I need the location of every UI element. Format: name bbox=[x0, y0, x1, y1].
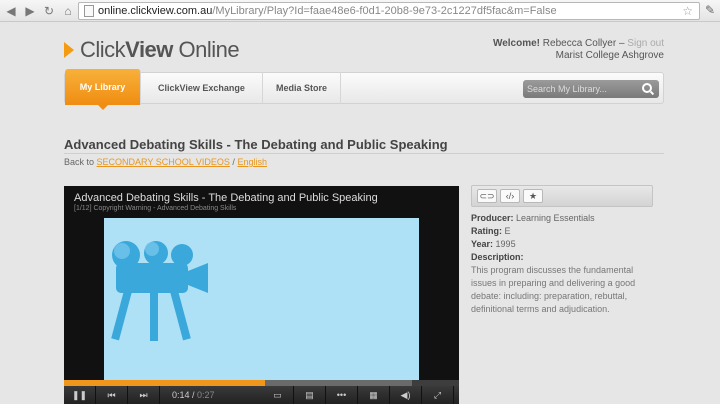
rating-value: E bbox=[504, 226, 511, 236]
back-icon[interactable]: ◀ bbox=[3, 3, 19, 19]
url-path: /MyLibrary/Play?Id=faae48e6-f0d1-20b8-9e… bbox=[212, 5, 557, 17]
tab-media-store[interactable]: Media Store bbox=[263, 72, 341, 104]
previous-chapter-icon[interactable]: ⏮ bbox=[96, 386, 128, 404]
current-time: 0:14 bbox=[172, 390, 190, 400]
signout-link[interactable]: Sign out bbox=[627, 38, 664, 49]
url-host: online.clickview.com.au bbox=[98, 5, 213, 17]
player-title: Advanced Debating Skills - The Debating … bbox=[74, 192, 378, 204]
year-value: 1995 bbox=[495, 239, 516, 249]
captions-icon[interactable]: ▭ bbox=[262, 386, 294, 404]
video-details: Producer: Learning Essentials Rating: E … bbox=[471, 212, 653, 316]
link-icon[interactable]: ⊂⊃ bbox=[477, 189, 497, 203]
more-icon[interactable]: ••• bbox=[326, 386, 358, 404]
breadcrumb-link-english[interactable]: English bbox=[237, 157, 267, 167]
video-tools: ⊂⊃ ‹/› ★ bbox=[471, 185, 653, 207]
breadcrumb-prefix: Back to bbox=[64, 157, 95, 167]
breadcrumb: Back to SECONDARY SCHOOL VIDEOS / Englis… bbox=[64, 157, 267, 167]
total-time: 0:27 bbox=[197, 390, 215, 400]
next-chapter-icon[interactable]: ⏭ bbox=[128, 386, 160, 404]
film-camera-icon bbox=[111, 241, 208, 341]
volume-icon[interactable]: ◀) bbox=[390, 386, 422, 404]
home-icon[interactable]: ⌂ bbox=[60, 3, 76, 19]
favourite-star-icon[interactable]: ★ bbox=[523, 189, 543, 203]
pause-icon[interactable]: ❚❚ bbox=[64, 386, 96, 404]
title-divider bbox=[64, 153, 664, 154]
description-text: This program discusses the fundamental i… bbox=[471, 265, 636, 314]
breadcrumb-separator: / bbox=[232, 157, 235, 167]
rating-label: Rating: bbox=[471, 226, 502, 236]
search-box bbox=[523, 80, 659, 98]
clickview-logo[interactable]: ClickView Online bbox=[64, 37, 240, 63]
description-label: Description: bbox=[471, 252, 524, 262]
year-label: Year: bbox=[471, 239, 494, 249]
fullscreen-icon[interactable]: ⤢ bbox=[422, 386, 454, 404]
video-frame[interactable] bbox=[104, 218, 419, 380]
user-name: Rebecca Collyer bbox=[542, 38, 617, 49]
video-player[interactable]: Advanced Debating Skills - The Debating … bbox=[64, 186, 459, 404]
time-display: 0:14 / 0:27 bbox=[172, 390, 215, 400]
school-name: Marist College Ashgrove bbox=[555, 50, 664, 61]
chapters-icon[interactable]: ▤ bbox=[294, 386, 326, 404]
search-icon[interactable] bbox=[642, 83, 652, 93]
logo-arrow-icon bbox=[64, 42, 74, 58]
player-controls: ❚❚ ⏮ ⏭ 0:14 / 0:27 ▭ ▤ ••• ▦ ◀) ⤢ bbox=[64, 386, 459, 404]
main-nav: My Library ClickView Exchange Media Stor… bbox=[64, 69, 664, 110]
tab-my-library[interactable]: My Library bbox=[65, 69, 141, 110]
page-title: Advanced Debating Skills - The Debating … bbox=[64, 137, 448, 152]
welcome-label: Welcome! bbox=[492, 38, 541, 49]
welcome-area: Welcome! Rebecca Collyer – Sign out Mari… bbox=[492, 38, 664, 61]
bookmark-star-icon[interactable]: ☆ bbox=[682, 4, 693, 18]
embed-code-icon[interactable]: ‹/› bbox=[500, 189, 520, 203]
page-icon bbox=[84, 5, 94, 17]
quality-icon[interactable]: ▦ bbox=[358, 386, 390, 404]
logo-text: ClickView Online bbox=[80, 37, 240, 62]
producer-label: Producer: bbox=[471, 213, 514, 223]
wrench-icon[interactable]: ✎ bbox=[703, 3, 717, 17]
forward-icon[interactable]: ▶ bbox=[22, 3, 38, 19]
player-subtitle: [1/12] Copyright Warning - Advanced Deba… bbox=[74, 205, 237, 212]
tab-clickview-exchange[interactable]: ClickView Exchange bbox=[141, 72, 263, 104]
browser-toolbar: ◀ ▶ ↻ ⌂ online.clickview.com.au/MyLibrar… bbox=[0, 0, 720, 22]
breadcrumb-link-secondary[interactable]: SECONDARY SCHOOL VIDEOS bbox=[97, 157, 230, 167]
search-input[interactable] bbox=[523, 84, 635, 94]
address-bar[interactable]: online.clickview.com.au/MyLibrary/Play?I… bbox=[78, 2, 700, 20]
reload-icon[interactable]: ↻ bbox=[41, 3, 57, 19]
producer-value: Learning Essentials bbox=[516, 213, 595, 223]
